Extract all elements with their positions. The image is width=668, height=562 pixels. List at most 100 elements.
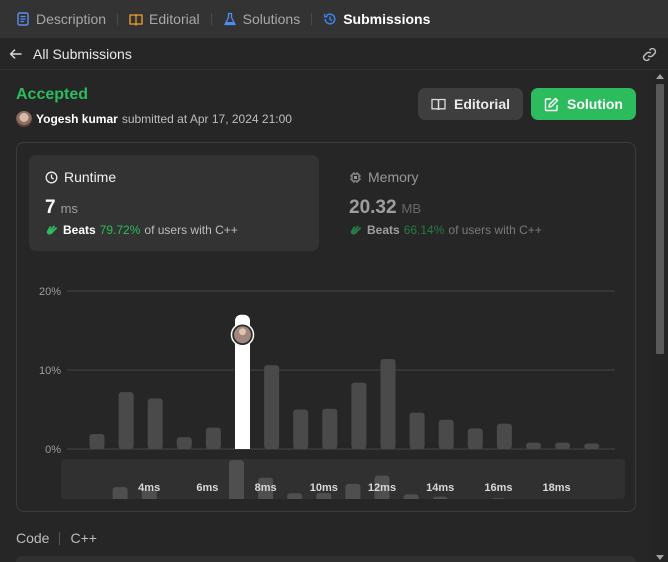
chart-bar [118,392,134,449]
runtime-beats-suffix: of users with C++ [144,223,238,237]
runtime-header: Runtime [45,169,303,185]
history-icon [324,13,336,25]
memory-card[interactable]: Memory 20.32 MB Beats 66.14% of users wi… [333,155,623,251]
chart-bar [264,365,280,449]
code-language: C++ [70,530,97,546]
solution-button-label: Solution [567,96,623,112]
chart-bar [351,382,367,449]
runtime-value: 7 [45,197,56,218]
tab-divider [311,13,313,25]
runtime-card[interactable]: Runtime 7 ms Beats 79.72% of users with … [29,155,319,251]
overview-bar [287,493,303,499]
chart-bar [584,443,600,449]
y-tick-label: 20% [39,286,61,298]
overview-chart-svg: 4ms 6ms 8ms 10ms 12ms 14ms 16ms 18ms [112,460,571,499]
code-block [16,556,636,562]
runtime-title: Runtime [64,169,117,185]
clock-icon [45,171,58,183]
editorial-button[interactable]: Editorial [418,88,523,120]
tab-submissions-label: Submissions [343,11,431,27]
chart-bar [467,428,483,449]
memory-beats-percent: 66.14% [403,223,445,237]
avatar[interactable] [16,111,32,127]
y-tick-label: 10% [39,365,61,377]
overview-tick-label: 8ms [255,482,277,494]
chart-bar [176,437,192,449]
runtime-unit: ms [60,201,78,216]
runtime-beats-label: Beats [63,223,96,237]
tab-description[interactable]: Description [12,0,110,38]
clap-icon [350,225,362,235]
chart-bar [89,433,105,449]
highlighted-bar-base [235,441,250,449]
chart-bar [409,412,425,449]
overview-bar [403,494,419,499]
submission-subheader: All Submissions [0,38,668,70]
memory-value-row: 20.32 MB [349,197,607,219]
runtime-beats: Beats 79.72% of users with C++ [45,223,303,237]
memory-value: 20.32 [349,197,397,218]
y-tick-label: 0% [45,444,61,453]
memory-title: Memory [368,169,419,185]
tab-bar: Description Editorial Solutions Submissi… [0,0,668,38]
clap-icon [46,225,58,235]
overview-tick-label: 14ms [426,482,454,494]
runtime-distribution-chart: 20%10%0%4ms6ms8ms10ms12ms14ms16ms18ms [17,263,637,453]
tab-editorial[interactable]: Editorial [125,0,204,38]
code-divider [59,531,61,545]
submission-detail: Accepted Yogesh kumar submitted at Apr 1… [0,70,652,562]
tab-divider [117,13,119,25]
submitted-time: submitted at Apr 17, 2024 21:00 [121,112,292,126]
edit-icon [544,97,559,111]
performance-panel: Runtime 7 ms Beats 79.72% of users with … [16,142,636,512]
tab-divider [210,13,212,25]
vertical-scrollbar[interactable] [652,70,668,562]
overview-bar [345,483,361,499]
all-submissions-label: All Submissions [33,45,132,62]
code-label: Code [16,530,50,546]
author-name[interactable]: Yogesh kumar [36,112,118,126]
submission-author: Yogesh kumar submitted at Apr 17, 2024 2… [16,111,292,127]
chart-bar [496,423,512,449]
tab-solutions[interactable]: Solutions [219,0,305,38]
runtime-value-row: 7 ms [45,197,303,219]
overview-bar [491,498,505,499]
memory-beats-suffix: of users with C++ [448,223,542,237]
chart-bar [555,442,571,449]
chart-bar [293,409,309,449]
overview-bar [229,460,244,499]
scroll-up-arrow[interactable] [656,74,664,79]
memory-beats-label: Beats [367,223,400,237]
tab-editorial-label: Editorial [149,11,200,27]
submission-status: Accepted [16,86,89,103]
overview-tick-label: 18ms [543,482,571,494]
code-header: Code C++ [16,530,97,546]
memory-header: Memory [349,169,607,185]
link-icon[interactable] [641,46,658,63]
tab-solutions-label: Solutions [242,11,301,27]
chart-bar [205,427,221,449]
overview-tick-label: 12ms [368,482,396,494]
overview-tick-label: 16ms [484,482,512,494]
memory-beats: Beats 66.14% of users with C++ [349,223,607,237]
editorial-button-label: Editorial [453,96,510,112]
overview-tick-label: 10ms [310,482,338,494]
book-icon [129,14,143,26]
solution-button[interactable]: Solution [531,88,636,120]
chart-bar [147,398,163,449]
description-icon [17,12,29,26]
all-submissions-back-link[interactable]: All Submissions [0,46,132,62]
chart-overview-scroller[interactable]: 4ms 6ms 8ms 10ms 12ms 14ms 16ms 18ms [61,459,625,499]
runtime-chart-svg: 20%10%0%4ms6ms8ms10ms12ms14ms16ms18ms [39,286,615,453]
memory-unit: MB [401,201,422,216]
overview-bar [432,496,448,499]
chart-bar [322,408,338,449]
arrow-left-icon [9,48,22,59]
avatar-marker [230,322,255,347]
tab-submissions[interactable]: Submissions [319,0,434,38]
book-open-icon [431,98,446,110]
scroll-thumb[interactable] [656,84,664,354]
flask-icon [223,12,236,26]
scroll-down-arrow[interactable] [656,555,664,560]
chart-bar [438,419,454,449]
